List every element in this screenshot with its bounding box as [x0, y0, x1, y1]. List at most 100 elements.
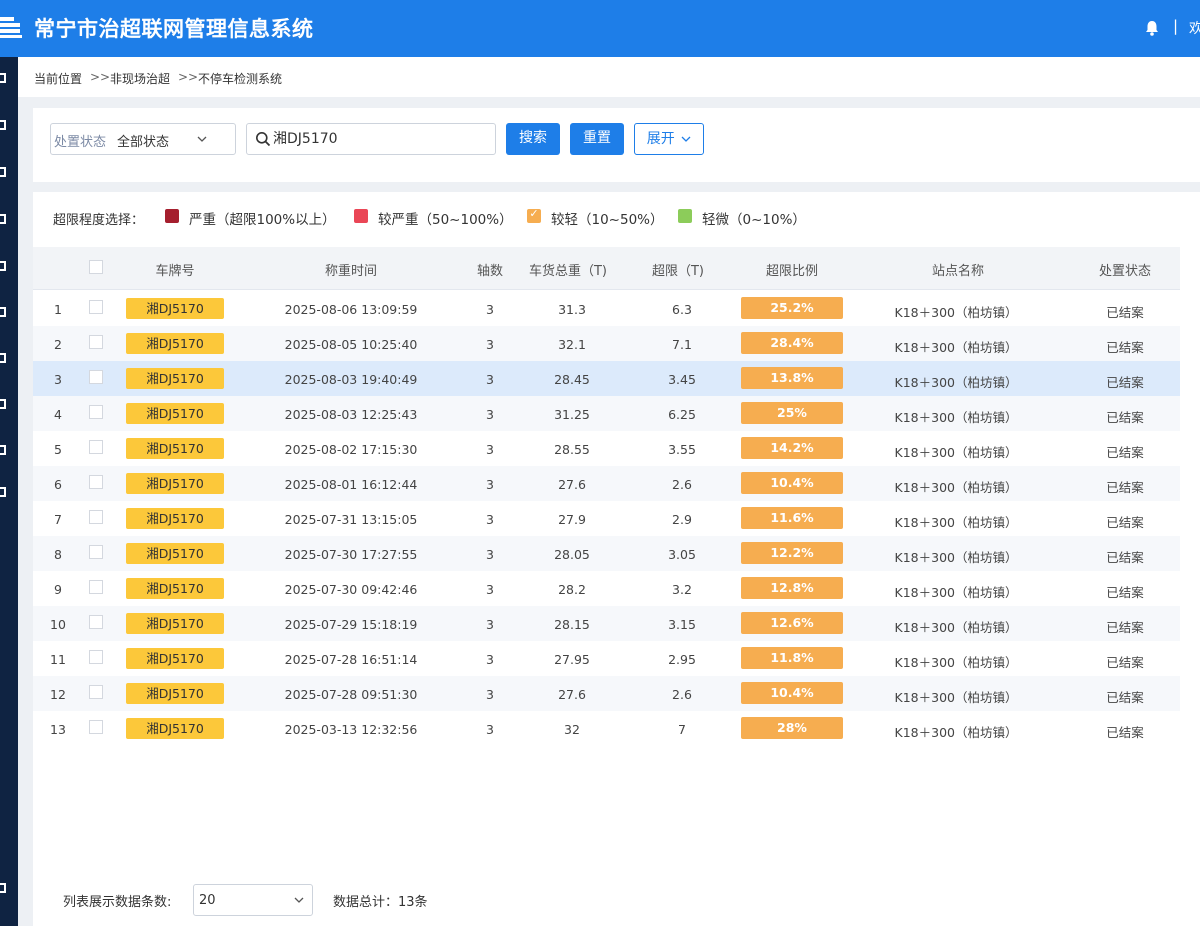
row-number: 4: [54, 407, 62, 422]
site-name: K18＋300（柏坊镇）: [894, 445, 1018, 460]
breadcrumb-item[interactable]: 非现场治超: [110, 70, 170, 87]
sidebar-menu-icon[interactable]: [0, 353, 6, 363]
status-text: 已结案: [1106, 655, 1144, 670]
overweight-value: 3.55: [668, 442, 696, 457]
sidebar-collapse-icon[interactable]: [0, 883, 6, 893]
reset-button[interactable]: 重置: [570, 123, 624, 155]
table-row[interactable]: 11 湘DJ5170 2025-07-28 16:51:14 3 27.95 2.95 11…: [33, 641, 1180, 676]
table-row[interactable]: 6 湘DJ5170 2025-08-01 16:12:44 3 27.6 2.6 10.4%…: [33, 466, 1180, 501]
plate-badge: 湘DJ5170: [126, 403, 224, 424]
legend-label-light[interactable]: 较轻（10~50%）: [551, 208, 664, 228]
expand-button[interactable]: 展开: [634, 123, 704, 155]
sidebar-menu-icon[interactable]: [0, 487, 6, 497]
sidebar-menu-icon[interactable]: [0, 399, 6, 409]
table-row[interactable]: 2 湘DJ5170 2025-08-05 10:25:40 3 32.1 7.1 28.4%…: [33, 326, 1180, 361]
top-bar: 常宁市治超联网管理信息系统 | 欢: [0, 0, 1200, 57]
status-text: 已结案: [1106, 690, 1144, 705]
table-row[interactable]: 13 湘DJ5170 2025-03-13 12:32:56 3 32 7 28% K18＋3…: [33, 711, 1180, 746]
plate-badge: 湘DJ5170: [126, 578, 224, 599]
search-input[interactable]: [273, 127, 488, 149]
row-checkbox[interactable]: [89, 370, 103, 384]
weigh-time: 2025-07-28 09:51:30: [284, 687, 418, 702]
table-row[interactable]: 8 湘DJ5170 2025-07-30 17:27:55 3 28.05 3.05 12.…: [33, 536, 1180, 571]
status-text: 已结案: [1106, 725, 1144, 740]
overweight-value: 7: [678, 722, 686, 737]
user-greeting[interactable]: 欢: [1189, 18, 1200, 38]
status-text: 已结案: [1106, 375, 1144, 390]
total-count: 数据总计：13条: [333, 895, 428, 910]
search-box[interactable]: [246, 123, 496, 155]
sidebar-menu-icon[interactable]: [0, 445, 6, 455]
legend-label-severe[interactable]: 严重（超限100%以上）: [189, 208, 336, 228]
legend-title: 超限程度选择：: [53, 213, 145, 228]
column-header-time: 称重时间: [324, 264, 378, 279]
chevron-down-icon: [197, 136, 207, 142]
plate-badge: 湘DJ5170: [126, 368, 224, 389]
sidebar-menu-icon[interactable]: [0, 307, 6, 317]
row-checkbox[interactable]: [89, 405, 103, 419]
row-checkbox[interactable]: [89, 720, 103, 734]
legend-swatch-serious[interactable]: [354, 209, 368, 223]
row-checkbox[interactable]: [89, 580, 103, 594]
row-number: 6: [54, 477, 62, 492]
row-checkbox[interactable]: [89, 475, 103, 489]
row-checkbox[interactable]: [89, 545, 103, 559]
column-header-axles: 轴数: [476, 264, 504, 279]
sidebar-menu-icon[interactable]: [0, 261, 6, 271]
site-name: K18＋300（柏坊镇）: [894, 515, 1018, 530]
select-all-checkbox[interactable]: [89, 260, 103, 274]
table-row[interactable]: 1 湘DJ5170 2025-08-06 13:09:59 3 31.3 6.3 25.2%…: [33, 291, 1180, 326]
sidebar-menu-icon[interactable]: [0, 120, 6, 130]
search-icon: [256, 132, 271, 147]
row-checkbox[interactable]: [89, 440, 103, 454]
row-checkbox[interactable]: [89, 510, 103, 524]
axle-count: 3: [486, 302, 494, 317]
row-checkbox[interactable]: [89, 300, 103, 314]
breadcrumb: 当前位置 >> 非现场治超 >> 不停车检测系统: [18, 57, 1200, 97]
legend-label-minor[interactable]: 轻微（0~10%）: [702, 208, 806, 228]
gross-weight: 28.2: [558, 582, 586, 597]
table-row[interactable]: 7 湘DJ5170 2025-07-31 13:15:05 3 27.9 2.9 11.6%…: [33, 501, 1180, 536]
status-select[interactable]: 处置状态 全部状态: [50, 123, 236, 155]
overweight-value: 3.45: [668, 372, 696, 387]
table-row[interactable]: 9 湘DJ5170 2025-07-30 09:42:46 3 28.2 3.2 12.8%…: [33, 571, 1180, 606]
axle-count: 3: [486, 547, 494, 562]
search-button[interactable]: 搜索: [506, 123, 560, 155]
site-name: K18＋300（柏坊镇）: [894, 725, 1018, 740]
gross-weight: 31.25: [554, 407, 590, 422]
row-number: 3: [54, 372, 62, 387]
legend-label-serious[interactable]: 较严重（50~100%）: [378, 208, 513, 228]
table-row[interactable]: 10 湘DJ5170 2025-07-29 15:18:19 3 28.15 3.15 12…: [33, 606, 1180, 641]
table-row[interactable]: 12 湘DJ5170 2025-07-28 09:51:30 3 27.6 2.6 10.4…: [33, 676, 1180, 711]
row-checkbox[interactable]: [89, 650, 103, 664]
axle-count: 3: [486, 442, 494, 457]
status-text: 已结案: [1106, 550, 1144, 565]
table-row[interactable]: 3 湘DJ5170 2025-08-03 19:40:49 3 28.45 3.45 13.…: [33, 361, 1180, 396]
breadcrumb-item[interactable]: 不停车检测系统: [198, 70, 282, 87]
row-checkbox[interactable]: [89, 685, 103, 699]
row-checkbox[interactable]: [89, 335, 103, 349]
app-title: 常宁市治超联网管理信息系统: [34, 17, 314, 41]
bell-icon[interactable]: [1143, 19, 1161, 37]
gross-weight: 32.1: [558, 337, 586, 352]
axle-count: 3: [486, 477, 494, 492]
sidebar-menu-icon[interactable]: [0, 167, 6, 177]
table-row[interactable]: 4 湘DJ5170 2025-08-03 12:25:43 3 31.25 6.25 25%…: [33, 396, 1180, 431]
table-row[interactable]: 5 湘DJ5170 2025-08-02 17:15:30 3 28.55 3.55 14.…: [33, 431, 1180, 466]
legend-swatch-minor[interactable]: [678, 209, 692, 223]
sidebar-menu-icon[interactable]: [0, 214, 6, 224]
weigh-time: 2025-08-03 19:40:49: [284, 372, 418, 387]
status-text: 已结案: [1106, 585, 1144, 600]
page-size-select[interactable]: 20: [193, 884, 313, 916]
axle-count: 3: [486, 407, 494, 422]
legend-swatch-severe[interactable]: [165, 209, 179, 223]
chevron-down-icon: [681, 136, 691, 142]
plate-badge: 湘DJ5170: [126, 648, 224, 669]
sidebar-menu-icon[interactable]: [0, 73, 6, 83]
overweight-ratio-badge: 11.6%: [741, 507, 843, 529]
axle-count: 3: [486, 687, 494, 702]
axle-count: 3: [486, 617, 494, 632]
row-checkbox[interactable]: [89, 615, 103, 629]
breadcrumb-item: 当前位置: [34, 72, 83, 86]
legend-swatch-light[interactable]: ✓: [527, 207, 541, 223]
